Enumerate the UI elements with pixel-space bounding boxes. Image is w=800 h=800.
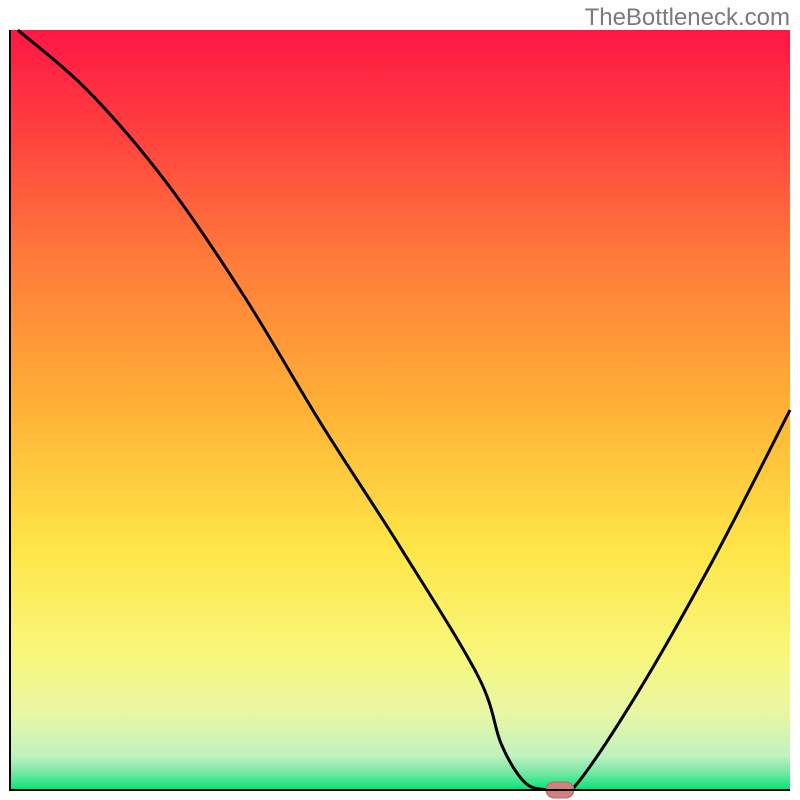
attribution-text: TheBottleneck.com [585, 4, 790, 32]
chart-canvas: TheBottleneck.com [0, 0, 800, 800]
gradient-background [10, 30, 790, 790]
chart-svg [0, 0, 800, 800]
